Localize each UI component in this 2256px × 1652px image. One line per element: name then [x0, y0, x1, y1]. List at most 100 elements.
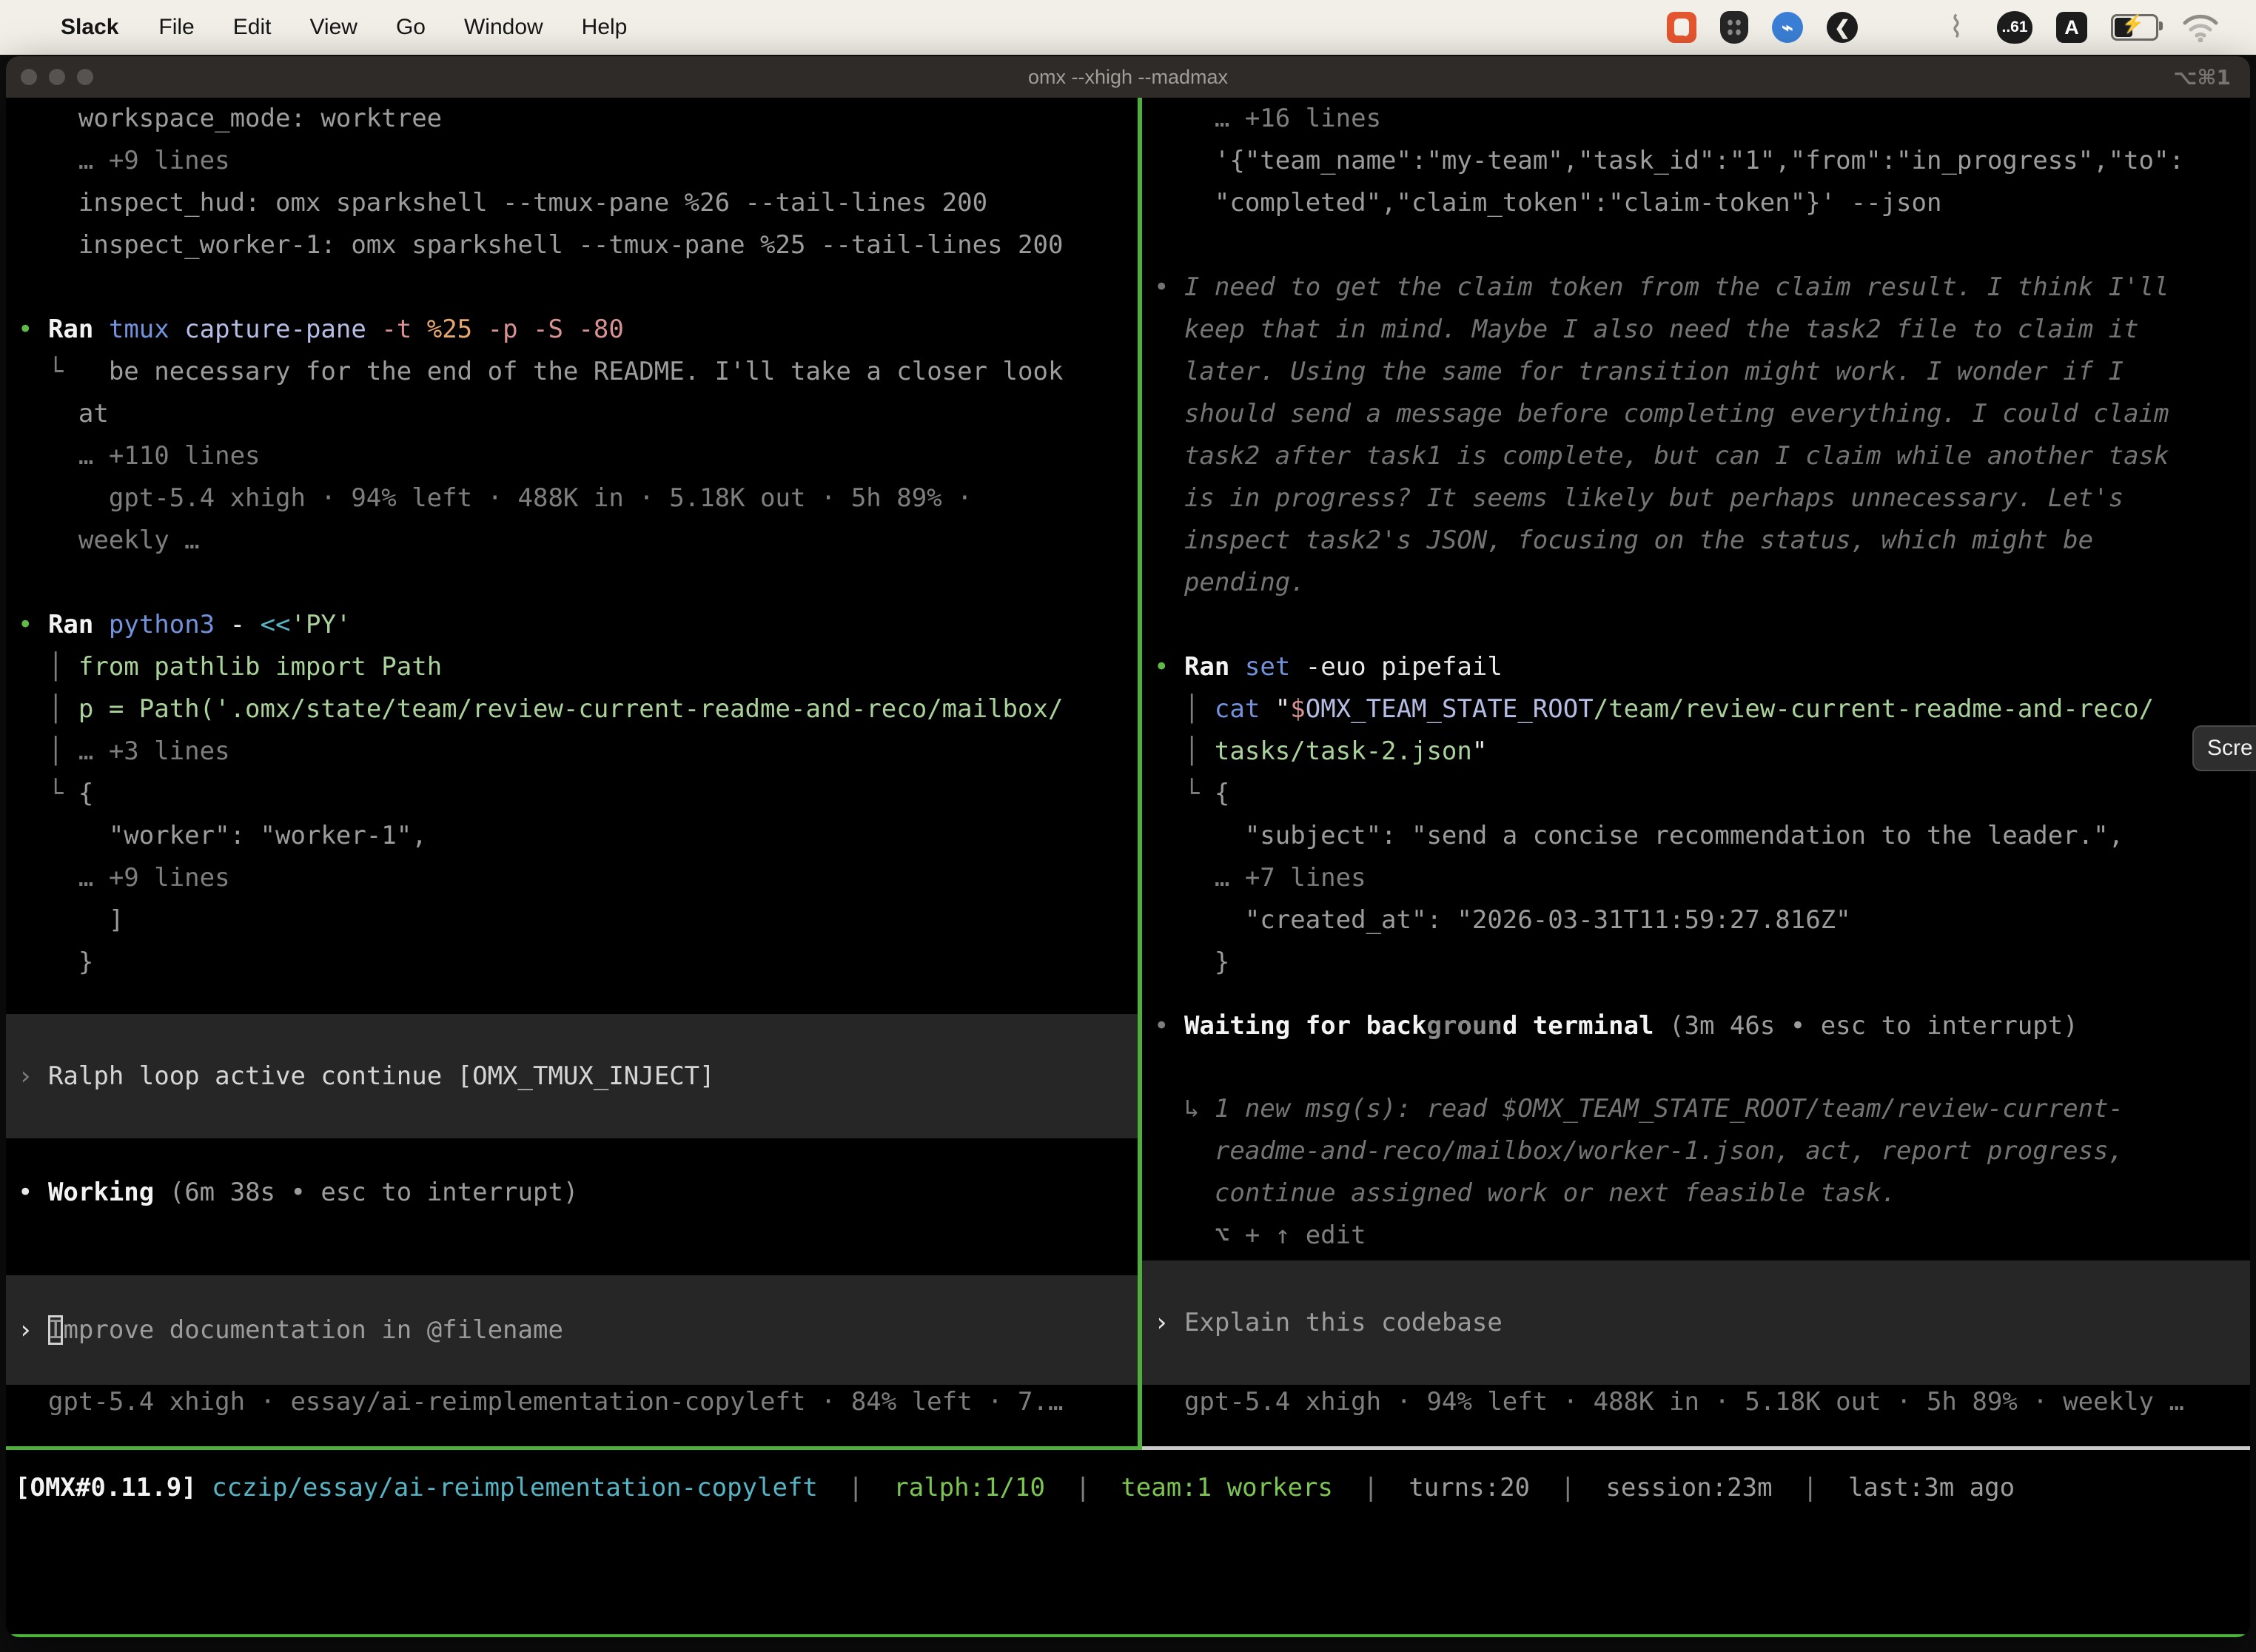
text-segment: ⌥ + ↑ edit — [1154, 1220, 1366, 1250]
text-segment: << — [261, 610, 291, 639]
text-segment: be necessary for the end of the README. … — [78, 357, 1064, 386]
text-segment: • I need to get the claim token from the… — [1154, 272, 2169, 302]
text-segment: ] — [18, 905, 124, 935]
text-segment: later. Using the same for transition mig… — [1154, 357, 2124, 386]
letter-a-icon[interactable]: A — [2056, 12, 2087, 43]
shield-app-icon[interactable] — [1720, 11, 1748, 44]
menu-item-go[interactable]: Go — [377, 15, 445, 39]
battery-icon[interactable] — [2111, 14, 2158, 41]
wifi-icon[interactable] — [2182, 13, 2219, 42]
text-segment: [OMX#0.11.9] — [15, 1473, 212, 1502]
macos-menu-bar: Slack FileEditViewGoWindowHelp ⌁ ❮ ⌇ ..61 A — [0, 0, 2256, 55]
text-segment: readme-and-reco/mailbox/worker-1.json, a… — [1154, 1136, 2124, 1166]
terminal-row: later. Using the same for transition mig… — [1154, 351, 2250, 393]
text-segment: "subject": "send a concise recommendatio… — [1154, 821, 2124, 850]
text-segment: - — [230, 610, 261, 639]
prompt-input-left[interactable]: › Improve documentation in @filename — [6, 1275, 1138, 1385]
text-segment: } — [1154, 947, 1229, 977]
terminal-row: │ p = Path('.omx/state/team/review-curre… — [18, 688, 1138, 731]
pane-worker-left[interactable]: workspace_mode: worktree … +9 lines insp… — [6, 98, 1138, 1446]
text-segment: Working — [48, 1178, 169, 1207]
text-segment: └ — [18, 779, 78, 808]
menu-item-file[interactable]: File — [139, 15, 213, 39]
text-segment: • — [1154, 652, 1184, 682]
menu-item-app-slack[interactable]: Slack — [40, 15, 139, 40]
text-segment: inspect_worker-1: omx sparkshell --tmux-… — [18, 230, 1063, 260]
menu-item-help[interactable]: Help — [563, 15, 647, 39]
terminal-row: └ { — [18, 773, 1138, 815]
dots-grid-icon[interactable] — [1881, 10, 1916, 44]
text-segment: │ — [18, 694, 78, 724]
menu-item-view[interactable]: View — [290, 15, 376, 39]
text-segment: (3m 46s • esc to interrupt) — [1669, 1011, 2078, 1041]
text-segment: continue assigned work or next feasible … — [1154, 1178, 1896, 1208]
text-segment: { — [78, 779, 93, 808]
mailbox-msg-line-2: readme-and-reco/mailbox/worker-1.json, a… — [1154, 1130, 2124, 1172]
hook-icon[interactable]: ⌇ — [1939, 10, 1973, 44]
working-status-line: • Working (6m 38s • esc to interrupt) — [18, 1172, 578, 1214]
model-status-right: gpt-5.4 xhigh · 94% left · 488K in · 5.1… — [1154, 1381, 2184, 1423]
text-segment: • — [18, 1178, 48, 1207]
text-segment: › — [18, 1315, 48, 1345]
terminal-row — [1154, 224, 2250, 266]
terminal-row: └ be necessary for the end of the README… — [18, 351, 1138, 393]
pane-worker-right[interactable]: … +16 lines '{"team_name":"my-team","tas… — [1142, 98, 2250, 1446]
text-segment: Ralph loop active continue [OMX_TMUX_INJ… — [48, 1061, 715, 1091]
tmux-status-bar: [omx-cczip0:bash* "MacBook-Pro-44.local"… — [6, 1634, 2250, 1637]
terminal-row: … +16 lines — [1154, 98, 2250, 140]
text-segment: turns:20 — [1409, 1473, 1530, 1502]
terminal-row: '{"team_name":"my-team","task_id":"1","f… — [1154, 140, 2250, 182]
badge-61-icon[interactable]: ..61 — [1997, 11, 2032, 44]
text-segment: -t — [381, 315, 426, 344]
mailbox-msg-line-1: ↳ 1 new msg(s): read $OMX_TEAM_STATE_ROO… — [1154, 1088, 2124, 1130]
window-title: omx --xhigh --madmax — [1028, 66, 1228, 89]
text-segment: | — [1333, 1473, 1409, 1502]
text-segment: /team/review-current-readme-and-reco/ — [1594, 694, 2154, 724]
text-segment: … +9 lines — [18, 146, 230, 175]
terminal-row: } — [1154, 941, 2250, 984]
crescent-app-icon[interactable]: ❮ — [1827, 12, 1858, 43]
text-segment: (6m 38s • esc to interrupt) — [169, 1178, 579, 1207]
terminal-row: │ … +3 lines — [18, 731, 1138, 773]
text-segment: "completed","claim_token":"claim-token"}… — [1154, 188, 1941, 218]
chat-app-icon[interactable] — [1667, 12, 1696, 43]
zoom-window-button[interactable] — [77, 69, 93, 85]
text-segment: | — [1773, 1473, 1848, 1502]
prompt-input-right[interactable]: › Explain this codebase — [1142, 1260, 2250, 1385]
text-segment: • — [1154, 1011, 1184, 1041]
menu-item-edit[interactable]: Edit — [214, 15, 291, 39]
minimize-window-button[interactable] — [49, 69, 65, 85]
menu-item-window[interactable]: Window — [445, 15, 563, 39]
tmux-host-clock: "MacBook-Pro-44.local" 05:03 31-Mar-26 — [1664, 1634, 2250, 1638]
text-segment: %25 — [427, 315, 488, 344]
terminal-row: "subject": "send a concise recommendatio… — [1154, 815, 2250, 857]
terminal-row: … +110 lines — [18, 435, 1138, 477]
terminal-row: inspect task2's JSON, focusing on the st… — [1154, 520, 2250, 562]
text-segment: Ran — [1184, 652, 1245, 682]
text-segment: │ — [1154, 694, 1215, 724]
text-segment: Ran — [48, 610, 109, 639]
terminal-row — [1154, 604, 2250, 646]
close-window-button[interactable] — [21, 69, 37, 85]
text-segment: tmux — [109, 315, 184, 344]
tmux-session-window[interactable]: [omx-cczip0:bash* — [6, 1634, 271, 1638]
text-segment: "created_at": "2026-03-31T11:59:27.816Z" — [1154, 905, 1851, 935]
text-segment: • — [18, 610, 48, 639]
terminal-row: } — [18, 941, 1138, 984]
text-segment: d terminal — [1503, 1011, 1669, 1041]
terminal-row: … +7 lines — [1154, 857, 2250, 899]
text-segment: team:1 workers — [1121, 1473, 1333, 1502]
text-segment: I — [48, 1315, 63, 1345]
text-segment: OMX_TEAM_STATE_ROOT — [1306, 694, 1594, 724]
text-segment: └ — [1154, 779, 1215, 808]
text-segment: ralph:1/10 — [893, 1473, 1045, 1502]
text-segment: 'PY' — [291, 610, 352, 639]
bolt-circle-icon[interactable]: ⌁ — [1772, 12, 1803, 43]
text-segment: tasks/task-2.json — [1215, 736, 1472, 766]
text-segment: … +9 lines — [18, 863, 230, 893]
text-segment: gpt-5.4 xhigh · 94% left · 488K in · 5.1… — [18, 483, 973, 513]
terminal-row: • Ran set -euo pipefail — [1154, 646, 2250, 688]
screen-overlay-tooltip: Scre — [2192, 725, 2256, 771]
terminal-row: pending. — [1154, 562, 2250, 604]
window-title-bar[interactable]: omx --xhigh --madmax ⌥⌘1 — [6, 56, 2250, 98]
